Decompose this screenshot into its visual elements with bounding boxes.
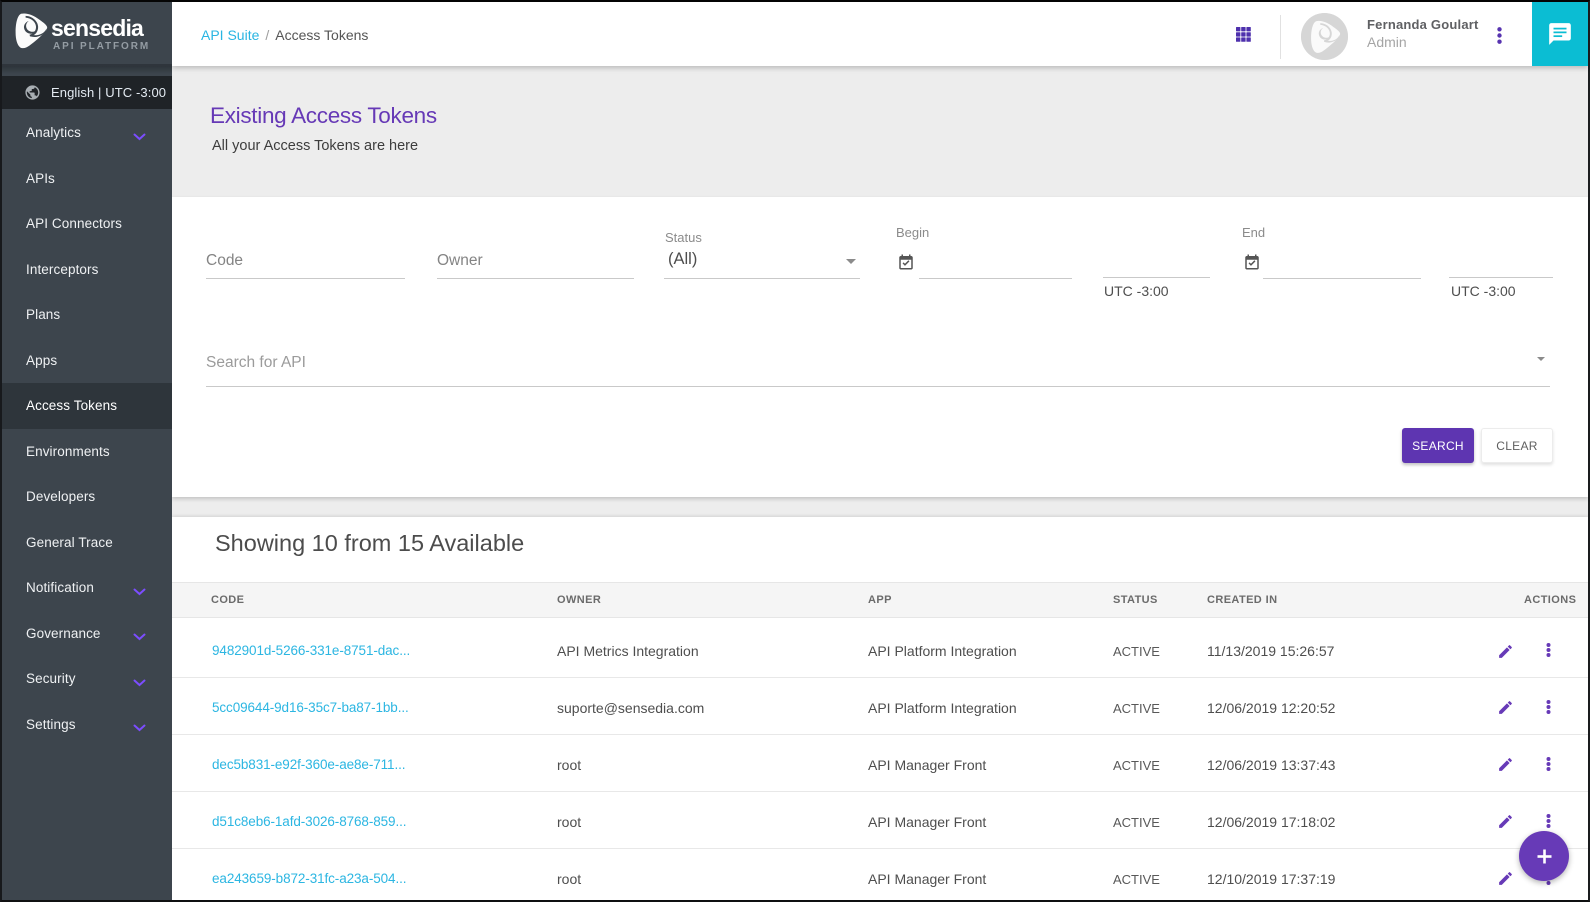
svg-text:API PLATFORM: API PLATFORM [53, 41, 150, 52]
svg-text:sensedia: sensedia [51, 15, 144, 41]
